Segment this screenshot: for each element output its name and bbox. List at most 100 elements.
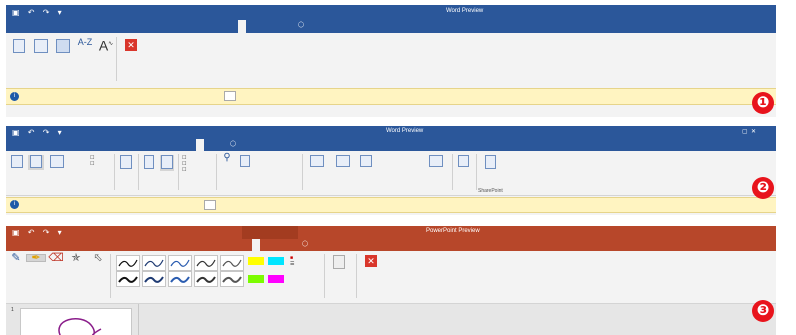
title-bar: ▣ ↶ ↷ ▾ PowerPoint Preview [6, 226, 776, 239]
cursor-icon: ⬁ [93, 252, 103, 264]
group-separator [116, 37, 117, 81]
tell-me-search[interactable]: ◯ [298, 22, 304, 28]
quick-access-toolbar[interactable]: ▣ ↶ ↷ ▾ [12, 128, 65, 137]
group-separator [302, 154, 303, 190]
tab-view[interactable] [196, 139, 204, 151]
group-separator [356, 254, 357, 298]
one-page-icon [240, 155, 250, 167]
properties-button[interactable] [482, 155, 498, 171]
syllables-button[interactable]: A-Z [76, 37, 94, 47]
read-aloud-button[interactable]: A∿ [98, 37, 114, 53]
learning-tools-icon [120, 155, 132, 169]
callout-badge-1: ❶ [752, 92, 774, 114]
pen-stroke-icon [118, 276, 138, 283]
close-icon: ✕ [125, 39, 137, 51]
zoom-button[interactable]: ⚲ [220, 152, 234, 163]
slide-thumbnail[interactable] [20, 308, 132, 335]
message-bar: i [6, 197, 776, 213]
select-objects-button[interactable]: ⬁ [88, 252, 108, 264]
group-separator [452, 154, 453, 190]
lasso-icon: ✯ [71, 252, 81, 264]
highlighter-swatch-yellow[interactable] [248, 257, 264, 265]
word-view-tab-window: ▣ ↶ ↷ ▾ Word Preview ▢ ✕ ◯ ☐ ☐ ☐ ☐ ☐ ⚲ S… [6, 126, 776, 215]
split-button[interactable] [358, 155, 374, 169]
pen-stroke-icon [118, 259, 138, 267]
page-color-button[interactable] [32, 39, 50, 55]
show-options[interactable]: ☐ ☐ ☐ [182, 155, 212, 173]
pen-swatch-dark[interactable] [194, 255, 218, 271]
pen-stroke-icon [222, 276, 242, 283]
read-aloud-icon: A∿ [98, 37, 114, 54]
highlighter-swatch-cyan[interactable] [268, 257, 284, 265]
tab-pens[interactable] [252, 239, 260, 251]
eraser-button[interactable]: ⌫ [48, 253, 64, 264]
web-layout-button[interactable] [48, 155, 66, 170]
close-learning-tools-button[interactable]: ✕ [120, 39, 142, 53]
window-title: PowerPoint Preview [426, 228, 480, 234]
tab-learning-tools[interactable] [238, 20, 246, 33]
window-controls[interactable]: ▢ ✕ [742, 128, 756, 135]
syllables-icon: A-Z [77, 37, 93, 47]
title-bar: ▣ ↶ ↷ ▾ Word Preview [6, 5, 776, 20]
arrange-all-button[interactable] [332, 155, 354, 169]
pen-swatch-row2[interactable] [220, 271, 244, 287]
vertical-button[interactable] [142, 155, 156, 171]
page-color-icon [34, 39, 48, 53]
macros-icon [457, 155, 469, 167]
zoom-100-button[interactable] [238, 155, 252, 169]
quick-access-toolbar[interactable]: ▣ ↶ ↷ ▾ [12, 228, 65, 237]
side-to-side-button[interactable] [160, 155, 174, 171]
window-title: Word Preview [446, 8, 484, 14]
convert-to-shapes-button[interactable] [328, 255, 350, 271]
info-icon: i [10, 92, 19, 101]
group-separator [216, 154, 217, 190]
pen-swatch-navy[interactable] [142, 255, 166, 271]
stop-inking-button[interactable]: ✕ [360, 255, 382, 269]
word-learning-tools-window: ▣ ↶ ↷ ▾ Word Preview ◯ A-Z A∿ ✕ i [6, 5, 776, 117]
context-tab-header [238, 5, 298, 20]
color-thickness-options[interactable]: ■ ☰ [290, 255, 320, 267]
learning-tools-button[interactable] [118, 155, 134, 171]
pen-swatch-gray[interactable] [220, 255, 244, 271]
pen-stroke-icon [196, 259, 216, 267]
pen-swatch-blue[interactable] [168, 255, 192, 271]
pane-divider [138, 304, 139, 335]
highlighter-button[interactable]: ✒ [26, 253, 46, 264]
pen-swatch-black[interactable] [116, 255, 140, 271]
pen-swatch-row2[interactable] [116, 271, 140, 287]
ribbon-pens: ✎ ✒ ⌫ ✯ ⬁ ■ ☰ ✕ [6, 251, 776, 304]
column-width-button[interactable] [10, 39, 28, 55]
pen-stroke-icon [170, 259, 190, 267]
pen-stroke-icon [170, 276, 190, 283]
lasso-select-button[interactable]: ✯ [66, 252, 86, 264]
highlighter-swatch-magenta[interactable] [268, 275, 284, 283]
ribbon-tabs: ◯ [6, 239, 776, 251]
web-layout-icon [50, 155, 64, 168]
new-window-icon [310, 155, 324, 167]
print-layout-button[interactable] [28, 155, 44, 170]
pen-swatch-row2[interactable] [194, 271, 218, 287]
group-separator [114, 154, 115, 190]
pen-button[interactable]: ✎ [8, 252, 24, 264]
zoom-icon: ⚲ [223, 152, 231, 163]
text-spacing-button[interactable] [54, 39, 72, 55]
tell-me-search[interactable]: ◯ [230, 141, 236, 147]
side-to-side-icon [161, 155, 173, 169]
message-button[interactable] [224, 91, 236, 101]
highlighter-swatch-green[interactable] [248, 275, 264, 283]
pen-swatch-row2[interactable] [168, 271, 192, 287]
read-mode-button[interactable] [10, 155, 24, 170]
macros-button[interactable] [456, 155, 470, 169]
new-window-button[interactable] [306, 155, 328, 169]
tell-me-search[interactable]: ◯ [302, 241, 308, 247]
message-text [24, 92, 27, 98]
slide-number: 1 [11, 307, 14, 313]
pen-swatch-row2[interactable] [142, 271, 166, 287]
split-icon [360, 155, 372, 167]
quick-access-toolbar[interactable]: ▣ ↶ ↷ ▾ [12, 8, 65, 17]
switch-windows-button[interactable] [426, 155, 446, 169]
switch-windows-icon [429, 155, 443, 167]
thickness-icon: ☰ [290, 261, 295, 267]
pen-icon: ✎ [11, 252, 21, 264]
message-button[interactable] [204, 200, 216, 210]
